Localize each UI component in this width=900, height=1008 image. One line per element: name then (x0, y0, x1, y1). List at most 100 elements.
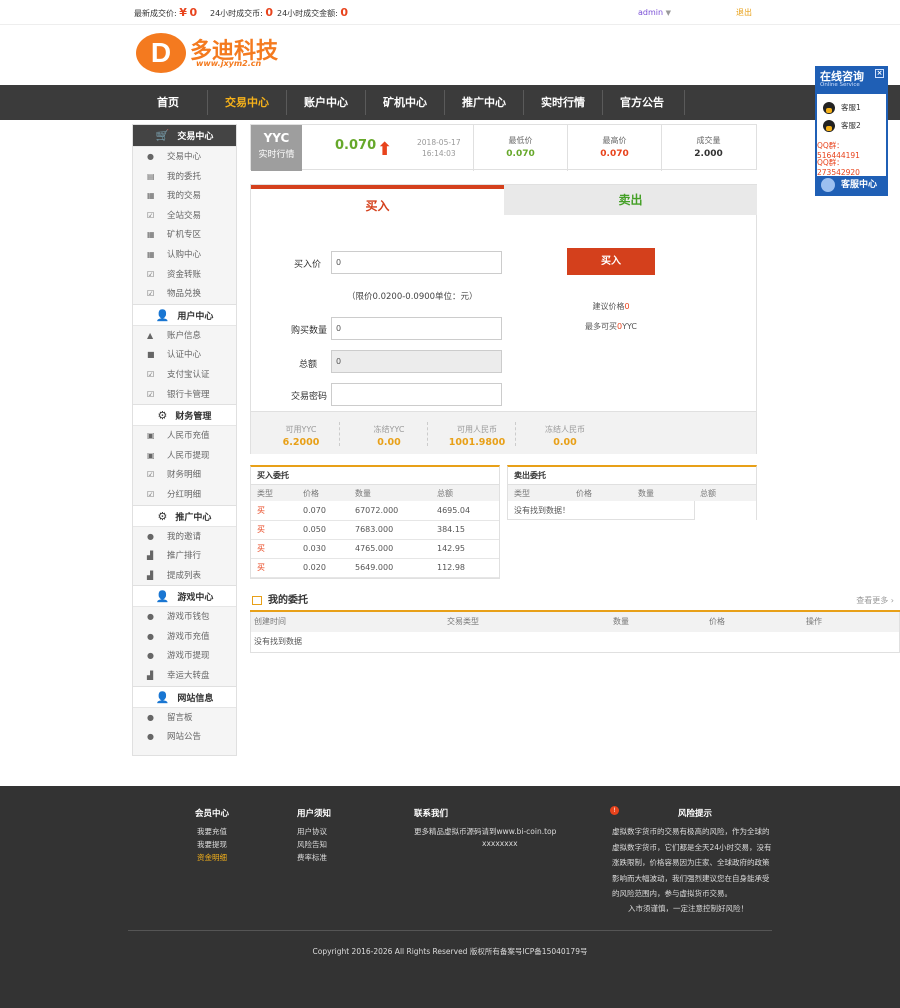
footer-contact-line[interactable]: 更多精品虚拟币源码请到www.bi-coin.top (414, 826, 556, 837)
sidebar-item-label: 账户信息 (167, 330, 202, 341)
nav-account-center[interactable]: 账户中心 (287, 85, 365, 120)
volume-24h-stat: 24小时成交币: 0 (210, 6, 273, 19)
service-center-label: 客服中心 (841, 180, 878, 190)
sidebar-item-site-announcement[interactable]: ● 网站公告 (133, 727, 236, 747)
my-orders-header: 我的委托 查看更多 › (250, 590, 900, 612)
sidebar-item-game-wallet[interactable]: ● 游戏币钱包 (133, 607, 236, 627)
sidebar-item-exchange[interactable]: ☑ 物品兑换 (133, 284, 236, 304)
sidebar-item-promotion-ranking[interactable]: ▟ 推广排行 (133, 546, 236, 566)
footer-copyright: Copyright 2016-2026 All Rights Reserved … (312, 947, 588, 956)
info-circle-icon: ● (147, 651, 154, 661)
sidebar-item-game-deposit[interactable]: ● 游戏币充值 (133, 627, 236, 647)
sidebar-item-my-orders[interactable]: ▤ 我的委托 (133, 167, 236, 187)
password-label: 交易密码 (290, 392, 327, 402)
view-more-link[interactable]: 查看更多 › (856, 590, 894, 612)
logout-link[interactable]: 退出 (736, 7, 752, 18)
agent-name: 客服1 (841, 103, 861, 112)
sidebar-section-user[interactable]: 👤 用户中心 (133, 303, 236, 326)
my-orders-empty: 没有找到数据 (254, 637, 302, 646)
footer-link-risk-notice[interactable]: 风险告知 (297, 839, 327, 850)
table-row[interactable]: 买 0.020 5649.000 112.98 (251, 558, 499, 578)
sidebar-section-site-info[interactable]: 👤 网站信息 (133, 685, 236, 708)
order-price: 0.050 (297, 520, 349, 540)
order-quantity: 4765.000 (349, 539, 431, 559)
sidebar-item-miner-zone[interactable]: ▦ 矿机专区 (133, 225, 236, 245)
order-total: 112.98 (431, 558, 499, 578)
trade-panel: 买入 卖出 买入价 0 （限价0.0200-0.0900单位：元） 购买数量 0… (250, 184, 757, 454)
footer-link-withdraw[interactable]: 我要提现 (197, 839, 227, 850)
logo-icon[interactable]: D (136, 33, 186, 73)
sidebar-item-dividend-details[interactable]: ☑ 分红明细 (133, 485, 236, 505)
top-status-bar: 最新成交价: ¥ 0 24小时成交币: 0 24小时成交金额: 0 admin … (0, 0, 900, 24)
sidebar-item-verification[interactable]: ■ 认证中心 (133, 345, 236, 365)
sidebar-item-message-board[interactable]: ● 留言板 (133, 708, 236, 728)
balance-divider (427, 422, 428, 446)
tab-sell[interactable]: 卖出 (504, 185, 757, 215)
sidebar-item-label: 留言板 (167, 712, 193, 723)
table-header-row: 创建时间 交易类型 数量 价格 操作 (251, 612, 899, 632)
sidebar-item-trade-center[interactable]: ● 交易中心 (133, 147, 236, 167)
service-center-button[interactable]: 客服中心 (817, 176, 886, 194)
my-orders-table: 创建时间 交易类型 数量 价格 操作 没有找到数据 (250, 612, 900, 653)
sidebar-item-my-trades[interactable]: ▦ 我的交易 (133, 186, 236, 206)
user-gear-icon: 👤 (155, 308, 170, 322)
sidebar-item-bank-card[interactable]: ☑ 银行卡管理 (133, 385, 236, 405)
tab-buy[interactable]: 买入 (251, 185, 504, 215)
buy-button[interactable]: 买入 (567, 248, 655, 275)
sidebar-item-all-trades[interactable]: ☑ 全站交易 (133, 206, 236, 226)
sidebar-item-account-info[interactable]: ▲ 账户信息 (133, 326, 236, 346)
table-row[interactable]: 买 0.030 4765.000 142.95 (251, 539, 499, 559)
nav-promotion-center[interactable]: 推广中心 (445, 85, 523, 120)
sidebar-item-finance-details[interactable]: ☑ 财务明细 (133, 465, 236, 485)
sidebar-item-label: 物品兑换 (167, 289, 202, 300)
sidebar-section-trade[interactable]: 🛒 交易中心 (133, 125, 236, 147)
user-menu[interactable]: admin ▼ (638, 8, 671, 17)
sidebar-item-subscribe[interactable]: ▦ 认购中心 (133, 245, 236, 265)
sidebar-item-my-invites[interactable]: ● 我的邀请 (133, 527, 236, 547)
qq-agent-2[interactable]: 客服2 (823, 120, 861, 132)
service-header: 在线咨询 Online Service × (817, 68, 886, 94)
password-input[interactable] (331, 383, 502, 406)
order-total: 384.15 (431, 520, 499, 540)
checkbox-icon: ☑ (147, 389, 155, 399)
sidebar-item-transfer[interactable]: ☑ 资金转账 (133, 265, 236, 285)
footer-link-user-agreement[interactable]: 用户协议 (297, 826, 327, 837)
brand-url: www.jxym2.cn (196, 59, 262, 68)
order-price: 0.020 (297, 558, 349, 578)
sidebar-item-label: 交易中心 (167, 152, 202, 162)
footer-link-fund-details[interactable]: 资金明细 (197, 852, 227, 863)
qq-group-2[interactable]: QQ群：273542920 (817, 157, 886, 177)
table-row[interactable]: 买 0.050 7683.000 384.15 (251, 520, 499, 540)
footer-link-deposit[interactable]: 我要充值 (197, 826, 227, 837)
total-input: 0 (331, 350, 502, 373)
quantity-input[interactable]: 0 (331, 317, 502, 340)
nav-miner-center[interactable]: 矿机中心 (366, 85, 444, 120)
high-price-label: 最高价 (602, 136, 627, 145)
sidebar-section-game[interactable]: 👤 游戏中心 (133, 585, 236, 608)
qq-agent-1[interactable]: 客服1 (823, 102, 861, 114)
close-icon[interactable]: × (875, 69, 884, 78)
list-icon (252, 595, 262, 605)
sidebar-section-promotion[interactable]: ⚙ 推广中心 (133, 504, 236, 527)
table-row[interactable]: 买 0.070 67072.000 4695.04 (251, 501, 499, 521)
sidebar-item-rmb-deposit[interactable]: ▣ 人民币充值 (133, 426, 236, 446)
sidebar-item-game-withdraw[interactable]: ● 游戏币提现 (133, 646, 236, 666)
nav-market[interactable]: 实时行情 (524, 85, 602, 120)
info-circle-icon: ● (147, 712, 154, 722)
nav-trade-center[interactable]: 交易中心 (208, 85, 286, 120)
sidebar-item-commission-list[interactable]: ▟ 提成列表 (133, 566, 236, 586)
balance-available-rmb: 可用人民币 1001.9800 (433, 412, 521, 448)
nav-announcements[interactable]: 官方公告 (603, 85, 681, 120)
ticker-time: 16:14:03 (422, 149, 456, 158)
balance-divider (339, 422, 340, 446)
sidebar-item-alipay[interactable]: ☑ 支付宝认证 (133, 365, 236, 385)
volume-24h-label: 24小时成交币: (210, 9, 263, 18)
footer-link-fee-standard[interactable]: 费率标准 (297, 852, 327, 863)
sidebar-section-finance[interactable]: ⚙ 财务管理 (133, 404, 236, 427)
buy-price-input[interactable]: 0 (331, 251, 502, 274)
sidebar-item-label: 提成列表 (167, 570, 202, 581)
sidebar-item-rmb-withdraw[interactable]: ▣ 人民币提现 (133, 446, 236, 466)
sidebar-item-lucky-wheel[interactable]: ▟ 幸运大转盘 (133, 666, 236, 686)
nav-home[interactable]: 首页 (129, 85, 207, 120)
ticker-date: 2018-05-17 (417, 138, 461, 147)
